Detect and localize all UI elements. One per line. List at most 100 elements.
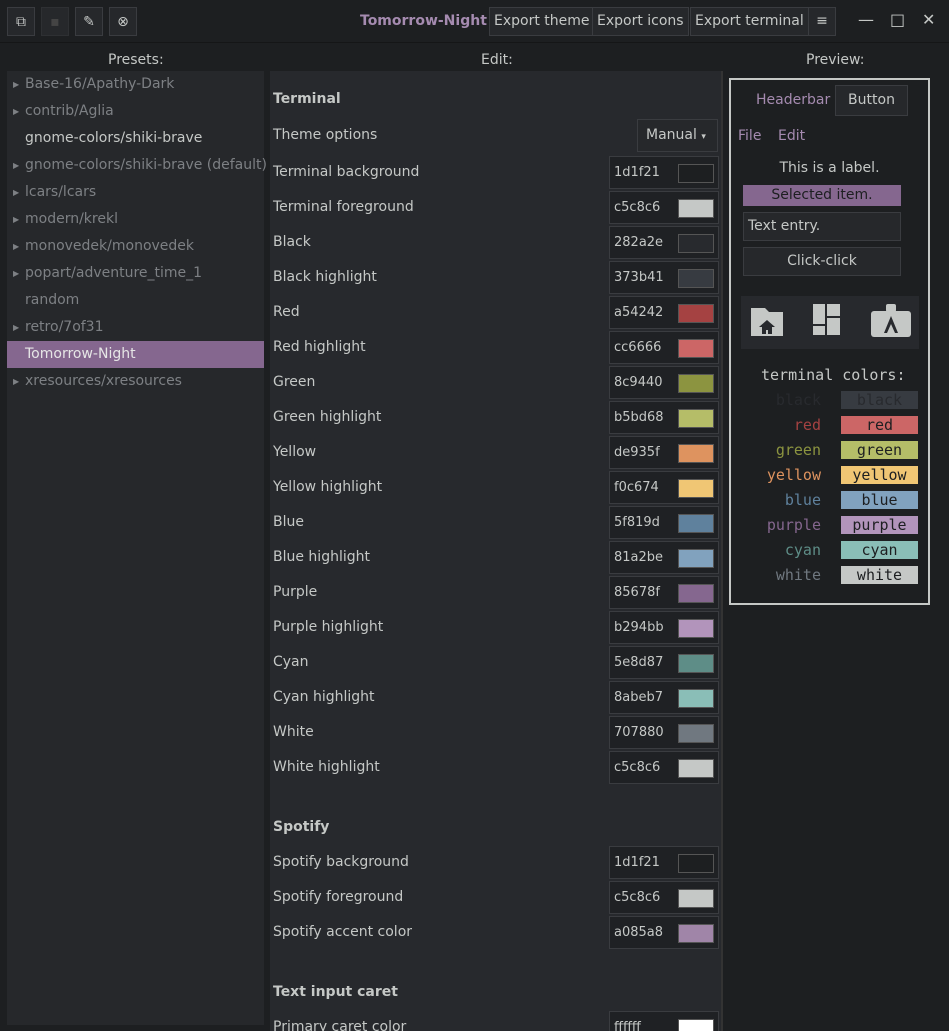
expand-arrow-icon[interactable]: ▶ <box>13 233 19 260</box>
color-field[interactable]: ffffff <box>609 1011 719 1031</box>
color-hex-input[interactable]: b5bd68 <box>614 410 664 425</box>
color-hex-input[interactable]: b294bb <box>614 620 664 635</box>
expand-arrow-icon[interactable]: ▶ <box>13 314 19 341</box>
preset-item[interactable]: ▶ Base-16/Apathy-Dark <box>7 71 264 98</box>
export-icons-button[interactable]: Export icons <box>592 7 689 36</box>
preset-item[interactable]: Tomorrow-Night <box>7 341 264 368</box>
minimize-button[interactable]: — <box>858 10 874 29</box>
color-hex-input[interactable]: 8c9440 <box>614 375 663 390</box>
color-field[interactable]: cc6666 <box>609 331 719 364</box>
export-terminal-button[interactable]: Export terminal <box>690 7 809 36</box>
color-swatch-button[interactable] <box>678 689 714 708</box>
color-field[interactable]: 8c9440 <box>609 366 719 399</box>
color-hex-input[interactable]: cc6666 <box>614 340 661 355</box>
color-field[interactable]: b294bb <box>609 611 719 644</box>
color-hex-input[interactable]: c5c8c6 <box>614 760 660 775</box>
expand-arrow-icon[interactable]: ▶ <box>13 98 19 125</box>
color-hex-input[interactable]: 282a2e <box>614 235 663 250</box>
color-field[interactable]: 282a2e <box>609 226 719 259</box>
color-field[interactable]: 1d1f21 <box>609 846 719 879</box>
color-field[interactable]: a085a8 <box>609 916 719 949</box>
color-field[interactable]: f0c674 <box>609 471 719 504</box>
export-theme-button[interactable]: Export theme <box>489 7 595 36</box>
color-swatch-button[interactable] <box>678 584 714 603</box>
color-hex-input[interactable]: 5f819d <box>614 515 660 530</box>
maximize-button[interactable]: □ <box>890 10 905 29</box>
color-field[interactable]: c5c8c6 <box>609 191 719 224</box>
color-swatch-button[interactable] <box>678 854 714 873</box>
preset-item[interactable]: ▶ modern/krekl <box>7 206 264 233</box>
expand-arrow-icon[interactable]: ▶ <box>13 368 19 395</box>
save-button[interactable]: ▪ <box>41 7 69 36</box>
preview-click-button[interactable]: Click-click <box>743 247 901 276</box>
color-swatch-button[interactable] <box>678 164 714 183</box>
preset-item[interactable]: gnome-colors/shiki-brave <box>7 125 264 152</box>
color-swatch-button[interactable] <box>678 654 714 673</box>
preview-text-entry[interactable]: Text entry. <box>743 212 901 241</box>
color-swatch-button[interactable] <box>678 304 714 323</box>
expand-arrow-icon[interactable]: ▶ <box>13 152 19 179</box>
preset-item[interactable]: ▶ monovedek/monovedek <box>7 233 264 260</box>
color-field[interactable]: 81a2be <box>609 541 719 574</box>
expand-arrow-icon[interactable]: ▶ <box>13 260 19 287</box>
copy-button[interactable]: ⧉ <box>7 7 35 36</box>
preset-item[interactable]: ▶ lcars/lcars <box>7 179 264 206</box>
color-swatch-button[interactable] <box>678 1019 714 1031</box>
color-hex-input[interactable]: 5e8d87 <box>614 655 663 670</box>
theme-options-dropdown[interactable]: Manual ▾ <box>637 119 718 152</box>
color-swatch-button[interactable] <box>678 234 714 253</box>
color-field[interactable]: 373b41 <box>609 261 719 294</box>
color-hex-input[interactable]: 85678f <box>614 585 660 600</box>
expand-arrow-icon[interactable]: ▶ <box>13 179 19 206</box>
rename-button[interactable]: ✎ <box>75 7 103 36</box>
color-swatch-button[interactable] <box>678 444 714 463</box>
color-swatch-button[interactable] <box>678 374 714 393</box>
color-hex-input[interactable]: 81a2be <box>614 550 663 565</box>
presets-list[interactable]: ▶ Base-16/Apathy-Dark ▶ contrib/Aglia gnome-… <box>7 71 267 1025</box>
color-hex-input[interactable]: de935f <box>614 445 660 460</box>
preview-menu-file[interactable]: File <box>738 128 761 144</box>
color-field[interactable]: 5f819d <box>609 506 719 539</box>
expand-arrow-icon[interactable]: ▶ <box>13 206 19 233</box>
color-swatch-button[interactable] <box>678 889 714 908</box>
preview-selected-item[interactable]: Selected item. <box>743 185 901 206</box>
color-field[interactable]: a54242 <box>609 296 719 329</box>
color-field[interactable]: c5c8c6 <box>609 751 719 784</box>
preset-item[interactable]: ▶ xresources/xresources <box>7 368 264 395</box>
color-field[interactable]: b5bd68 <box>609 401 719 434</box>
preset-item[interactable]: random <box>7 287 264 314</box>
close-button[interactable]: ✕ <box>922 10 935 29</box>
color-hex-input[interactable]: 373b41 <box>614 270 664 285</box>
color-hex-input[interactable]: 1d1f21 <box>614 165 660 180</box>
color-field[interactable]: 85678f <box>609 576 719 609</box>
color-swatch-button[interactable] <box>678 199 714 218</box>
color-hex-input[interactable]: ffffff <box>614 1020 641 1031</box>
color-field[interactable]: 5e8d87 <box>609 646 719 679</box>
color-field[interactable]: 1d1f21 <box>609 156 719 189</box>
color-field[interactable]: 707880 <box>609 716 719 749</box>
color-field[interactable]: c5c8c6 <box>609 881 719 914</box>
color-swatch-button[interactable] <box>678 479 714 498</box>
remove-button[interactable]: ⊗ <box>109 7 137 36</box>
color-swatch-button[interactable] <box>678 269 714 288</box>
preset-item[interactable]: ▶ contrib/Aglia <box>7 98 264 125</box>
color-hex-input[interactable]: c5c8c6 <box>614 890 660 905</box>
color-swatch-button[interactable] <box>678 759 714 778</box>
color-swatch-button[interactable] <box>678 724 714 743</box>
edit-scrollbar[interactable] <box>721 71 723 1031</box>
color-swatch-button[interactable] <box>678 409 714 428</box>
color-swatch-button[interactable] <box>678 514 714 533</box>
color-swatch-button[interactable] <box>678 339 714 358</box>
color-hex-input[interactable]: a085a8 <box>614 925 663 940</box>
preview-menu-edit[interactable]: Edit <box>778 128 805 144</box>
color-hex-input[interactable]: 707880 <box>614 725 664 740</box>
preview-button[interactable]: Button <box>835 85 908 116</box>
expand-arrow-icon[interactable]: ▶ <box>13 71 19 98</box>
color-field[interactable]: de935f <box>609 436 719 469</box>
preset-item[interactable]: ▶ retro/7of31 <box>7 314 264 341</box>
color-hex-input[interactable]: 1d1f21 <box>614 855 660 870</box>
color-swatch-button[interactable] <box>678 619 714 638</box>
color-hex-input[interactable]: f0c674 <box>614 480 659 495</box>
color-swatch-button[interactable] <box>678 924 714 943</box>
menu-button[interactable]: ≡ <box>808 7 836 36</box>
